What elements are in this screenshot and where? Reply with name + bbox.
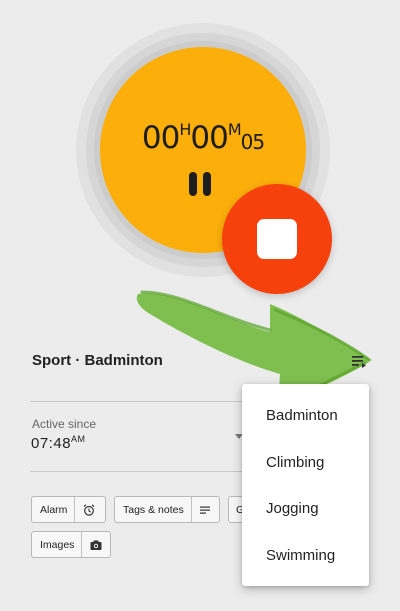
timer-hours: 00 — [141, 120, 180, 156]
menu-item-climbing[interactable]: Climbing — [266, 454, 324, 471]
menu-item-jogging[interactable]: Jogging — [266, 500, 319, 517]
alarm-icon — [74, 497, 102, 522]
tags-notes-chip-label: Tags & notes — [123, 503, 184, 516]
active-time-value: 07:48 — [31, 435, 72, 452]
playlist-icon[interactable] — [349, 351, 371, 371]
active-since-time[interactable]: 07:48AM — [31, 434, 86, 452]
pause-bar-right — [203, 172, 211, 196]
camera-icon — [81, 532, 109, 557]
sport-menu: Badminton Climbing Jogging Swimming — [242, 384, 369, 586]
pause-icon[interactable] — [186, 170, 214, 198]
notes-icon — [190, 497, 219, 522]
timer-minutes-unit: M — [227, 120, 242, 139]
active-since-label: Active since — [32, 417, 97, 431]
menu-item-swimming[interactable]: Swimming — [266, 547, 335, 564]
section-title: Sport · Badminton — [32, 352, 163, 369]
menu-item-badminton[interactable]: Badminton — [266, 407, 338, 424]
tags-notes-chip[interactable]: Tags & notes — [114, 496, 220, 523]
images-chip[interactable]: Images — [31, 531, 111, 558]
pause-bar-left — [189, 172, 197, 196]
active-time-ampm: AM — [71, 434, 86, 444]
divider-bottom — [30, 471, 254, 472]
divider-top — [30, 401, 254, 402]
timer-hours-unit: H — [179, 120, 191, 139]
stop-icon — [257, 219, 297, 259]
timer-minutes: 00 — [190, 120, 228, 156]
timer-seconds: 05 — [240, 130, 265, 154]
timer-readout: 00H00M05 — [100, 120, 306, 156]
alarm-chip[interactable]: Alarm — [31, 496, 106, 523]
images-chip-label: Images — [40, 538, 75, 551]
alarm-chip-label: Alarm — [40, 503, 68, 516]
